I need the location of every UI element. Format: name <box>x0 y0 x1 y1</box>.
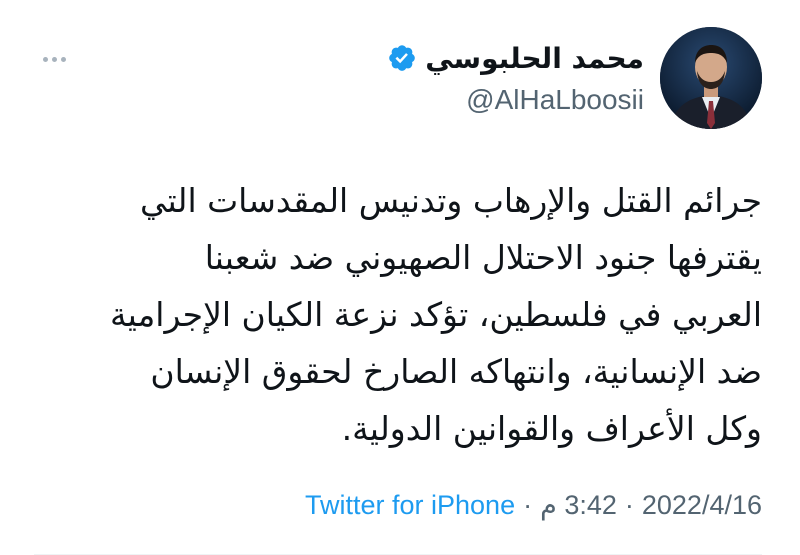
tweet-text-line: وكل الأعراف والقوانين الدولية. <box>341 409 762 448</box>
tweet-text-line: جرائم القتل والإرهاب وتدنيس المقدسات الت… <box>139 181 762 220</box>
tweet-source-link[interactable]: Twitter for iPhone <box>305 490 515 521</box>
more-dot <box>42 56 48 62</box>
author-name-row: محمد الحلبوسي <box>387 36 644 80</box>
more-options-icon[interactable] <box>34 48 74 70</box>
more-dot <box>51 56 57 62</box>
meta-separator: · <box>523 490 533 520</box>
more-dot <box>60 56 66 62</box>
tweet-text: جرائم القتل والإرهاب وتدنيس المقدسات الت… <box>62 172 762 457</box>
tweet-time[interactable]: 3:42 م <box>540 490 617 521</box>
tweet-author[interactable]: محمد الحلبوسي @AlHaLboosii <box>387 36 644 116</box>
author-display-name[interactable]: محمد الحلبوسي <box>425 42 644 75</box>
tweet-meta: Twitter for iPhone · 3:42 م · 2022/4/16 <box>305 490 762 521</box>
meta-separator: · <box>624 490 634 520</box>
profile-photo <box>660 27 762 129</box>
author-handle[interactable]: @AlHaLboosii <box>387 84 644 116</box>
tweet-text-line: ضد الإنسانية، وانتهاكه الصارخ لحقوق الإن… <box>150 352 762 391</box>
verified-badge-icon <box>389 45 416 71</box>
tweet-text-line: يقترفها جنود الاحتلال الصهيوني ضد شعبنا <box>204 238 762 277</box>
avatar[interactable] <box>660 27 762 129</box>
tweet-text-line: العربي في فلسطين، تؤكد نزعة الكيان الإجر… <box>109 295 762 334</box>
tweet-date[interactable]: 2022/4/16 <box>642 490 762 521</box>
